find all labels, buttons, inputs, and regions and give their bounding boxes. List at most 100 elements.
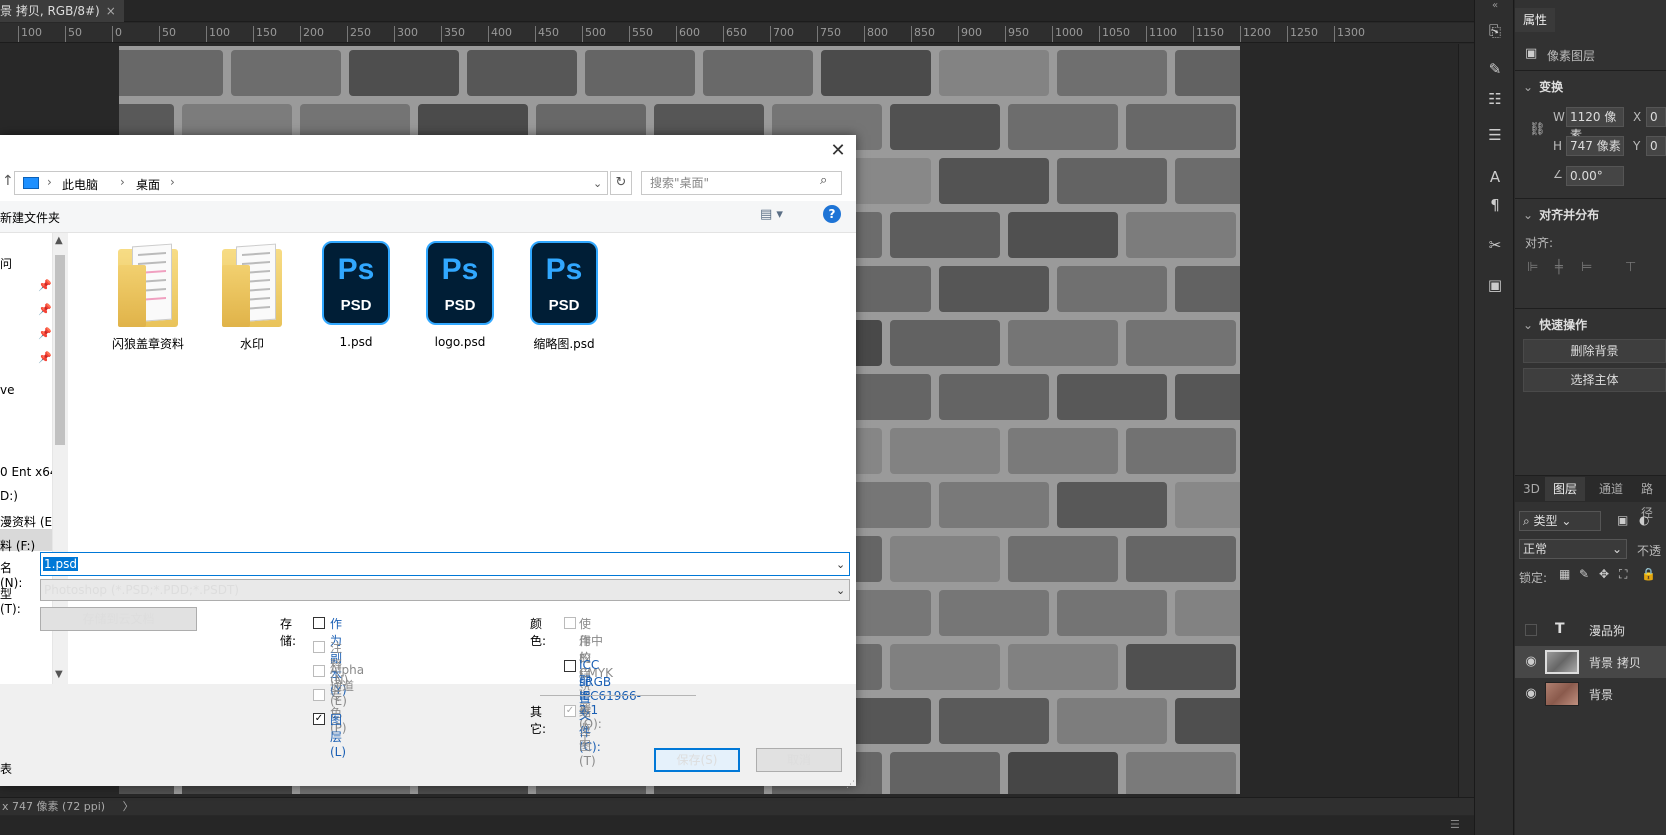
- align-left-icon[interactable]: ⊫: [1527, 260, 1538, 275]
- quick-actions-section-header[interactable]: ⌄ 快速操作: [1523, 316, 1587, 333]
- x-field[interactable]: 0: [1646, 107, 1666, 127]
- tool-presets-icon[interactable]: ✂: [1483, 234, 1507, 256]
- address-history-dropdown-icon[interactable]: ⌄: [593, 177, 602, 190]
- lock-pixels-icon[interactable]: ✎: [1579, 567, 1589, 581]
- close-dialog-button[interactable]: ✕: [826, 139, 850, 163]
- nav-item[interactable]: D:): [0, 489, 18, 503]
- up-arrow-icon[interactable]: ↑: [2, 173, 14, 189]
- lock-all-icon[interactable]: 🔒: [1641, 567, 1656, 581]
- lock-transparent-icon[interactable]: ▦: [1559, 567, 1570, 581]
- file-item[interactable]: Ps PSD 1.psd: [304, 241, 408, 349]
- brick: [703, 50, 813, 96]
- eye-icon[interactable]: ◉: [1523, 654, 1539, 669]
- select-subject-button[interactable]: 选择主体: [1523, 368, 1666, 392]
- breadcrumb-this-pc[interactable]: 此电脑: [62, 176, 98, 193]
- file-item[interactable]: Ps PSD logo.psd: [408, 241, 512, 349]
- align-center-icon[interactable]: ╪: [1555, 260, 1563, 275]
- libraries-icon[interactable]: ▣: [1483, 274, 1507, 296]
- brick: [467, 50, 577, 96]
- layers-checkbox[interactable]: ✓: [313, 713, 325, 725]
- history-icon[interactable]: ⎘: [1483, 20, 1507, 42]
- brick: [349, 50, 459, 96]
- y-field[interactable]: 0: [1646, 136, 1666, 156]
- hide-folders-label[interactable]: 表: [0, 760, 12, 777]
- eye-icon[interactable]: ◉: [1523, 686, 1539, 701]
- close-tab-icon[interactable]: ×: [106, 0, 116, 22]
- document-tab[interactable]: 景 拷贝, RGB/8#) ×: [0, 0, 124, 22]
- link-dimensions-icon[interactable]: ⛓: [1529, 122, 1546, 137]
- collapse-panels-icon[interactable]: «: [1483, 0, 1507, 12]
- pin-icon: 📌: [38, 327, 52, 340]
- tab-paths[interactable]: 路径: [1633, 477, 1666, 520]
- align-section-header[interactable]: ⌄ 对齐并分布: [1523, 206, 1599, 223]
- breadcrumb-desktop[interactable]: 桌面: [136, 176, 160, 193]
- align-right-icon[interactable]: ⊨: [1581, 260, 1592, 275]
- tab-channels[interactable]: 通道: [1591, 477, 1631, 501]
- tab-properties[interactable]: 属性: [1515, 8, 1556, 32]
- visibility-toggle[interactable]: [1525, 624, 1537, 636]
- nav-item[interactable]: ve: [0, 383, 14, 397]
- angle-field[interactable]: 0.00°: [1566, 166, 1624, 186]
- search-input[interactable]: 搜索"桌面": [641, 171, 842, 195]
- lock-artboard-icon[interactable]: ⛶: [1619, 567, 1627, 582]
- brick: [821, 50, 931, 96]
- tab-3d[interactable]: 3D: [1515, 477, 1548, 501]
- character-icon[interactable]: A: [1483, 166, 1507, 188]
- layer-row[interactable]: T 漫品狗: [1515, 614, 1666, 646]
- nav-item[interactable]: 0 Ent x64: [0, 465, 58, 479]
- address-bar[interactable]: › 此电脑 › 桌面 ›: [14, 171, 608, 195]
- pin-icon: 📌: [38, 279, 52, 292]
- text-layer-icon: T: [1555, 621, 1565, 637]
- brick: [1008, 320, 1118, 366]
- adjustments-icon[interactable]: ☷: [1483, 88, 1507, 110]
- file-item[interactable]: 闪狼盖章资料: [96, 241, 200, 352]
- filename-value[interactable]: 1.psd: [43, 557, 78, 571]
- height-field[interactable]: 747 像素: [1566, 136, 1624, 156]
- brush-settings-icon[interactable]: ✎: [1483, 58, 1507, 80]
- save-to-cloud-button[interactable]: 存储到云文档: [40, 607, 197, 631]
- help-icon[interactable]: ?: [823, 205, 841, 223]
- filename-dropdown-icon[interactable]: ⌄: [836, 558, 845, 571]
- cancel-button[interactable]: 取消: [756, 748, 842, 772]
- file-item[interactable]: 水印: [200, 241, 304, 352]
- transform-section-header[interactable]: ⌄ 变换: [1523, 78, 1563, 95]
- as-copy-checkbox[interactable]: [313, 617, 325, 629]
- scroll-down-icon[interactable]: ▼: [55, 669, 63, 680]
- tab-layers[interactable]: 图层: [1545, 477, 1586, 501]
- remove-background-button[interactable]: 删除背景: [1523, 339, 1666, 363]
- nav-item[interactable]: 漫资料 (E: [0, 513, 52, 530]
- filter-adjustment-icon[interactable]: ◐: [1639, 513, 1649, 527]
- canvas-vertical-scrollbar[interactable]: [1458, 44, 1474, 797]
- panel-menu-icon[interactable]: ☰: [1450, 818, 1460, 831]
- new-folder-button[interactable]: 新建文件夹: [0, 209, 60, 226]
- nav-item[interactable]: 问: [0, 255, 12, 272]
- filetype-dropdown-icon[interactable]: ⌄: [836, 584, 845, 597]
- width-field[interactable]: 1120 像素: [1566, 107, 1624, 142]
- nav-item[interactable]: 料 (F:): [0, 537, 35, 554]
- lock-label: 锁定:: [1519, 571, 1548, 585]
- clone-source-icon[interactable]: ☰: [1483, 124, 1507, 146]
- brick: [1126, 644, 1236, 690]
- scroll-up-icon[interactable]: ▲: [55, 235, 63, 246]
- layer-row[interactable]: ◉ 背景 拷贝: [1515, 646, 1666, 678]
- lock-position-icon[interactable]: ✥: [1599, 567, 1609, 581]
- layers-label[interactable]: 图层(L): [330, 711, 346, 759]
- filter-pixel-icon[interactable]: ▣: [1617, 513, 1628, 527]
- save-button[interactable]: 保存(S): [654, 748, 740, 772]
- icc-profile-checkbox[interactable]: [564, 660, 576, 672]
- chevron-down-icon: ⌄: [1523, 318, 1534, 332]
- status-menu-arrow-icon[interactable]: 〉: [123, 800, 134, 813]
- blend-mode-select[interactable]: 正常 ⌄: [1519, 539, 1627, 559]
- layer-row[interactable]: ◉ 背景: [1515, 678, 1666, 710]
- align-top-icon[interactable]: ⊤: [1625, 260, 1636, 275]
- navigation-scrollbar-thumb[interactable]: [55, 255, 65, 445]
- refresh-button[interactable]: ↻: [610, 171, 632, 195]
- layer-filter-select[interactable]: ⌕ 类型 ⌄: [1519, 511, 1601, 531]
- resize-grip-icon[interactable]: ⋰: [846, 780, 855, 790]
- brick: [1126, 320, 1236, 366]
- paragraph-icon[interactable]: ¶: [1483, 194, 1507, 216]
- view-options-icon[interactable]: ▤ ▾: [760, 207, 783, 222]
- filetype-select[interactable]: Photoshop (*.PSD;*.PDD;*.PSDT): [40, 579, 850, 601]
- file-item[interactable]: Ps PSD 缩略图.psd: [512, 241, 616, 352]
- filename-input[interactable]: [40, 552, 850, 576]
